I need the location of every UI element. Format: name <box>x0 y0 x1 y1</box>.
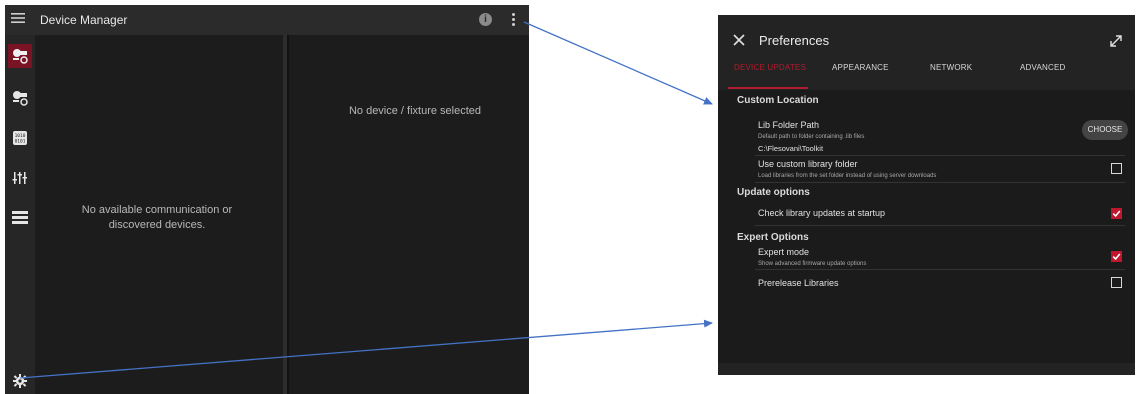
arrow-menu-to-preferences <box>523 21 713 105</box>
arrow-gear-to-preferences <box>19 319 713 379</box>
annotation-arrows <box>19 21 713 379</box>
